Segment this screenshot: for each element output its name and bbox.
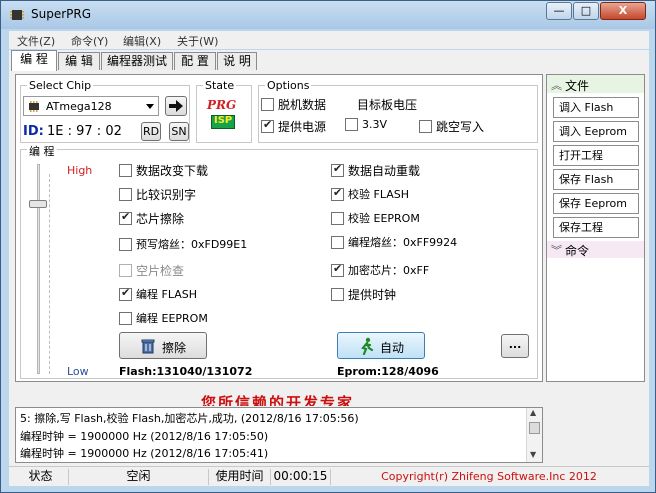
low-label: Low	[67, 365, 89, 378]
close-button[interactable]: X	[600, 2, 646, 20]
log-scrollbar[interactable]: ▲ ▼	[526, 408, 542, 462]
program-fuse-checkbox[interactable]: 编程熔丝：0xFF9924	[331, 234, 457, 250]
chip-go-button[interactable]	[165, 96, 187, 116]
load-flash-button[interactable]: 调入 Flash	[553, 97, 639, 118]
chevron-double-up-icon: ︽	[551, 79, 562, 92]
more-button[interactable]: ...	[501, 334, 529, 358]
log-line: 编程时钟 = 1900000 Hz (2012/8/16 17:05:41)	[20, 447, 269, 460]
logo-isp: ISP	[214, 115, 233, 126]
high-label: High	[67, 164, 93, 177]
logo-prg: PRG	[207, 98, 237, 112]
speed-slider[interactable]	[27, 164, 50, 374]
log-line: 5: 擦除,写 Flash,校验 Flash,加密芯片,成功, (2012/8/…	[20, 412, 359, 425]
state-label: State	[203, 79, 237, 92]
minimize-button[interactable]: —	[546, 2, 572, 20]
id-label: ID:	[23, 124, 44, 139]
target-voltage-label: 目标板电压	[357, 98, 418, 112]
offline-data-checkbox[interactable]: 脱机数据	[261, 96, 326, 113]
save-flash-button[interactable]: 保存 Flash	[553, 169, 639, 190]
save-project-button[interactable]: 保存工程	[553, 217, 639, 238]
scroll-down-icon[interactable]: ▼	[530, 450, 536, 459]
menu-bar: 文件(Z) 命令(Y) 编辑(X) 关于(W)	[9, 31, 649, 49]
lock-chip-checkbox[interactable]: 加密芯片：0xFF	[331, 262, 429, 278]
sn-button[interactable]: SN	[169, 122, 189, 141]
trash-icon	[141, 339, 155, 354]
log-line: 编程时钟 = 1900000 Hz (2012/8/16 17:05:50)	[20, 430, 269, 443]
program-panel: Select Chip ATmega128 ID: 1E : 97 : 02 R…	[15, 74, 543, 382]
select-chip-group: Select Chip ATmega128 ID: 1E : 97 : 02 R…	[20, 79, 190, 143]
chip-select[interactable]: ATmega128	[23, 96, 159, 116]
v33-checkbox[interactable]: 3.3V	[345, 118, 387, 131]
provide-clock-checkbox[interactable]: 提供时钟	[331, 286, 396, 303]
eprom-info: Eprom:128/4096	[337, 365, 439, 378]
tab-config[interactable]: 配 置	[174, 52, 216, 70]
app-window: SuperPRG — □ X 文件(Z) 命令(Y) 编辑(X) 关于(W) 编…	[0, 0, 656, 493]
scroll-up-icon[interactable]: ▲	[530, 408, 536, 417]
sidebar-file-header[interactable]: ︽ 文件	[547, 75, 644, 93]
program-flash-checkbox[interactable]: 编程 FLASH	[119, 286, 197, 302]
open-project-button[interactable]: 打开工程	[553, 145, 639, 166]
menu-about[interactable]: 关于(W)	[177, 33, 218, 49]
client-area: Select Chip ATmega128 ID: 1E : 97 : 02 R…	[9, 70, 649, 486]
flash-info: Flash:131040/131072	[119, 365, 253, 378]
title-bar[interactable]: SuperPRG — □ X	[1, 1, 655, 29]
sidebar-command-header[interactable]: ︾ 命令	[547, 241, 644, 258]
chip-app-icon	[10, 10, 24, 20]
chevron-double-down-icon: ︾	[551, 244, 562, 257]
program-eeprom-checkbox[interactable]: 编程 EEPROM	[119, 310, 208, 326]
copyright: Copyright(r) Zhifeng Software.Inc 2012	[381, 470, 597, 483]
status-value: 空闲	[69, 469, 209, 485]
tab-bar: 编 程 编 辑 编程器测试 配 置 说 明	[9, 50, 649, 71]
select-chip-label: Select Chip	[27, 79, 94, 92]
rd-button[interactable]: RD	[141, 122, 161, 141]
running-man-icon	[361, 337, 374, 355]
verify-eeprom-checkbox[interactable]: 校验 EEPROM	[331, 210, 420, 226]
erase-button[interactable]: 擦除	[119, 332, 207, 359]
power-checkbox[interactable]: 提供电源	[261, 118, 326, 135]
tab-edit[interactable]: 编 辑	[58, 52, 100, 70]
options-label: Options	[265, 79, 312, 92]
blank-check-checkbox[interactable]: 空片检查	[119, 262, 184, 279]
status-label: 状态	[13, 469, 69, 485]
arrow-right-icon	[169, 100, 183, 112]
slogan-text: 您所信赖的开发专家	[201, 394, 355, 406]
tab-programmer-test[interactable]: 编程器测试	[101, 52, 173, 70]
menu-file[interactable]: 文件(Z)	[17, 33, 55, 49]
scroll-thumb[interactable]	[529, 422, 540, 434]
chip-icon	[29, 101, 39, 112]
program-group-label: 编 程	[27, 143, 57, 159]
slogan-strip: 您所信赖的开发专家	[15, 386, 543, 406]
menu-edit[interactable]: 编辑(X)	[123, 33, 161, 49]
chevron-down-icon	[146, 104, 154, 109]
time-label: 使用时间	[209, 469, 271, 485]
slider-thumb[interactable]	[29, 200, 47, 208]
menu-command[interactable]: 命令(Y)	[71, 33, 108, 49]
save-eeprom-button[interactable]: 保存 Eeprom	[553, 193, 639, 214]
window-title: SuperPRG	[31, 7, 92, 21]
prg-isp-logo-icon: PRG ISP	[205, 98, 241, 136]
maximize-button[interactable]: □	[573, 2, 599, 20]
sidebar: ︽ 文件 调入 Flash 调入 Eeprom 打开工程 保存 Flash 保存…	[546, 74, 645, 382]
download-on-change-checkbox[interactable]: 数据改变下载	[119, 162, 208, 179]
options-group: Options 脱机数据 目标板电压 提供电源 3.3V 跳空写入	[258, 79, 538, 143]
auto-button-label: 自动	[380, 341, 405, 355]
chip-name: ATmega128	[46, 100, 112, 113]
verify-flash-checkbox[interactable]: 校验 FLASH	[331, 186, 409, 202]
time-value: 00:00:15	[271, 469, 331, 485]
tab-help[interactable]: 说 明	[217, 52, 257, 70]
erase-button-label: 擦除	[162, 341, 187, 355]
log-box[interactable]: 5: 擦除,写 Flash,校验 Flash,加密芯片,成功, (2012/8/…	[15, 407, 543, 463]
compare-signature-checkbox[interactable]: 比较识别字	[119, 186, 196, 203]
status-bar: 状态 空闲 使用时间 00:00:15 Copyright(r) Zhifeng…	[9, 466, 649, 486]
program-group: 编 程 High Low 数据改变下载 比较识别字 芯片擦除 预写熔丝：0xFD…	[20, 143, 538, 379]
state-group: State PRG ISP	[196, 79, 252, 143]
id-value: 1E : 97 : 02	[47, 124, 122, 139]
tab-program[interactable]: 编 程	[11, 50, 57, 71]
load-eeprom-button[interactable]: 调入 Eeprom	[553, 121, 639, 142]
skip-empty-checkbox[interactable]: 跳空写入	[419, 118, 484, 135]
chip-erase-checkbox[interactable]: 芯片擦除	[119, 210, 184, 227]
auto-button[interactable]: 自动	[337, 332, 425, 359]
pre-write-fuse-checkbox[interactable]: 预写熔丝：0xFD99E1	[119, 236, 247, 252]
auto-reload-checkbox[interactable]: 数据自动重载	[331, 162, 420, 179]
